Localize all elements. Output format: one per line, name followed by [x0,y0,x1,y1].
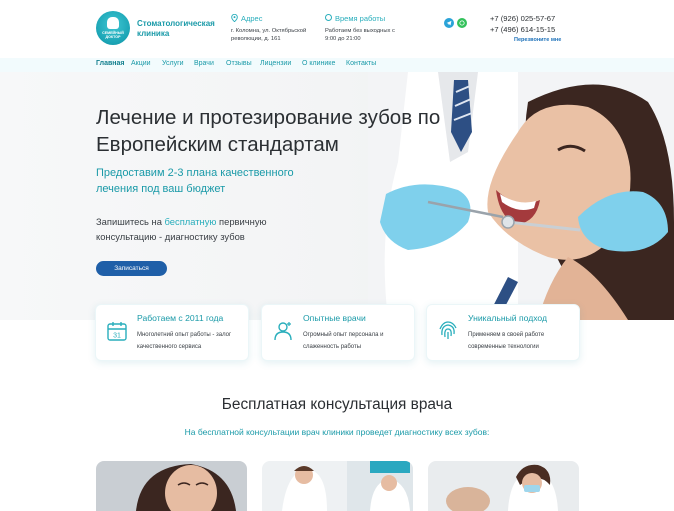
nav-item-about[interactable]: О клинике [302,60,335,67]
doctor-icon [274,322,292,341]
hero-banner: Лечение и протезирование зубов по Европе… [0,72,674,320]
nav-item-promotions[interactable]: Акции [131,60,151,67]
consultation-photo-1 [96,461,247,511]
hours-title: Время работы [335,14,386,23]
phone-2[interactable]: +7 (496) 614-15-15 [490,25,555,34]
feature-card-approach: Уникальный подход Применяем в своей рабо… [426,304,580,361]
svg-text:31: 31 [113,333,121,340]
consultation-photo-2 [262,461,413,511]
address-text: г. Коломна, ул. Октябрьской революции, д… [231,28,307,42]
nav-item-doctors[interactable]: Врачи [194,60,214,67]
tooth-icon [107,17,119,29]
consultation-photo-3 [428,461,579,511]
nav-item-reviews[interactable]: Отзывы [226,60,252,67]
lead-text-start: Запишитесь на [96,216,165,227]
hero-subtitle: Предоставим 2-3 плана качественного лече… [96,167,294,195]
main-nav: Главная Акции Услуги Врачи Отзывы Лиценз… [0,58,674,72]
consultation-subtitle: На бесплатной консультации врач клиники … [184,427,490,437]
feature-title: Опытные врачи [303,313,366,323]
clinic-name: Стоматологическая клиника [137,19,215,38]
site-header: СЕМЕЙНЫЙ ДОКТОР Стоматологическая клиник… [0,0,674,58]
phone-1[interactable]: +7 (926) 025-57-67 [490,14,555,23]
logo-text: СЕМЕЙНЫЙ ДОКТОР [102,31,124,39]
feature-title: Уникальный подход [468,313,548,323]
nav-item-services[interactable]: Услуги [162,60,184,67]
fingerprint-icon [439,321,457,339]
feature-card-since-2011: 31 Работаем с 2011 года Многолетний опыт… [95,304,249,361]
consultation-title: Бесплатная консультация врача [221,396,453,413]
nav-item-contacts[interactable]: Контакты [346,60,376,67]
feature-text: Многолетний опыт работы - залог качестве… [137,332,232,350]
hero-lead: Запишитесь на бесплатную первичную консу… [96,214,316,244]
clinic-logo[interactable]: СЕМЕЙНЫЙ ДОКТОР [96,11,130,45]
feature-title: Работаем с 2011 года [137,313,224,323]
lead-highlight: бесплатную [164,216,217,227]
telegram-icon[interactable] [444,18,454,28]
book-appointment-button[interactable]: Записаться [96,261,167,276]
feature-text: Огромный опыт персонала и слаженность ра… [303,332,384,350]
hero-title: Лечение и протезирование зубов по Европе… [96,106,441,156]
calendar-icon: 31 [107,322,127,341]
clock-icon [325,14,332,21]
address-title: Адрес [241,14,263,23]
location-pin-icon [231,14,238,22]
callback-link[interactable]: Перезвоните мне [514,37,561,43]
nav-item-licenses[interactable]: Лицензии [260,60,291,67]
nav-item-home[interactable]: Главная [96,60,124,67]
feature-card-doctors: Опытные врачи Огромный опыт персонала и … [261,304,415,361]
whatsapp-icon[interactable] [457,18,467,28]
feature-text: Применяем в своей работе современные тех… [468,332,545,350]
hours-text: Работаем без выходных с 9:00 до 21:00 [325,28,395,42]
